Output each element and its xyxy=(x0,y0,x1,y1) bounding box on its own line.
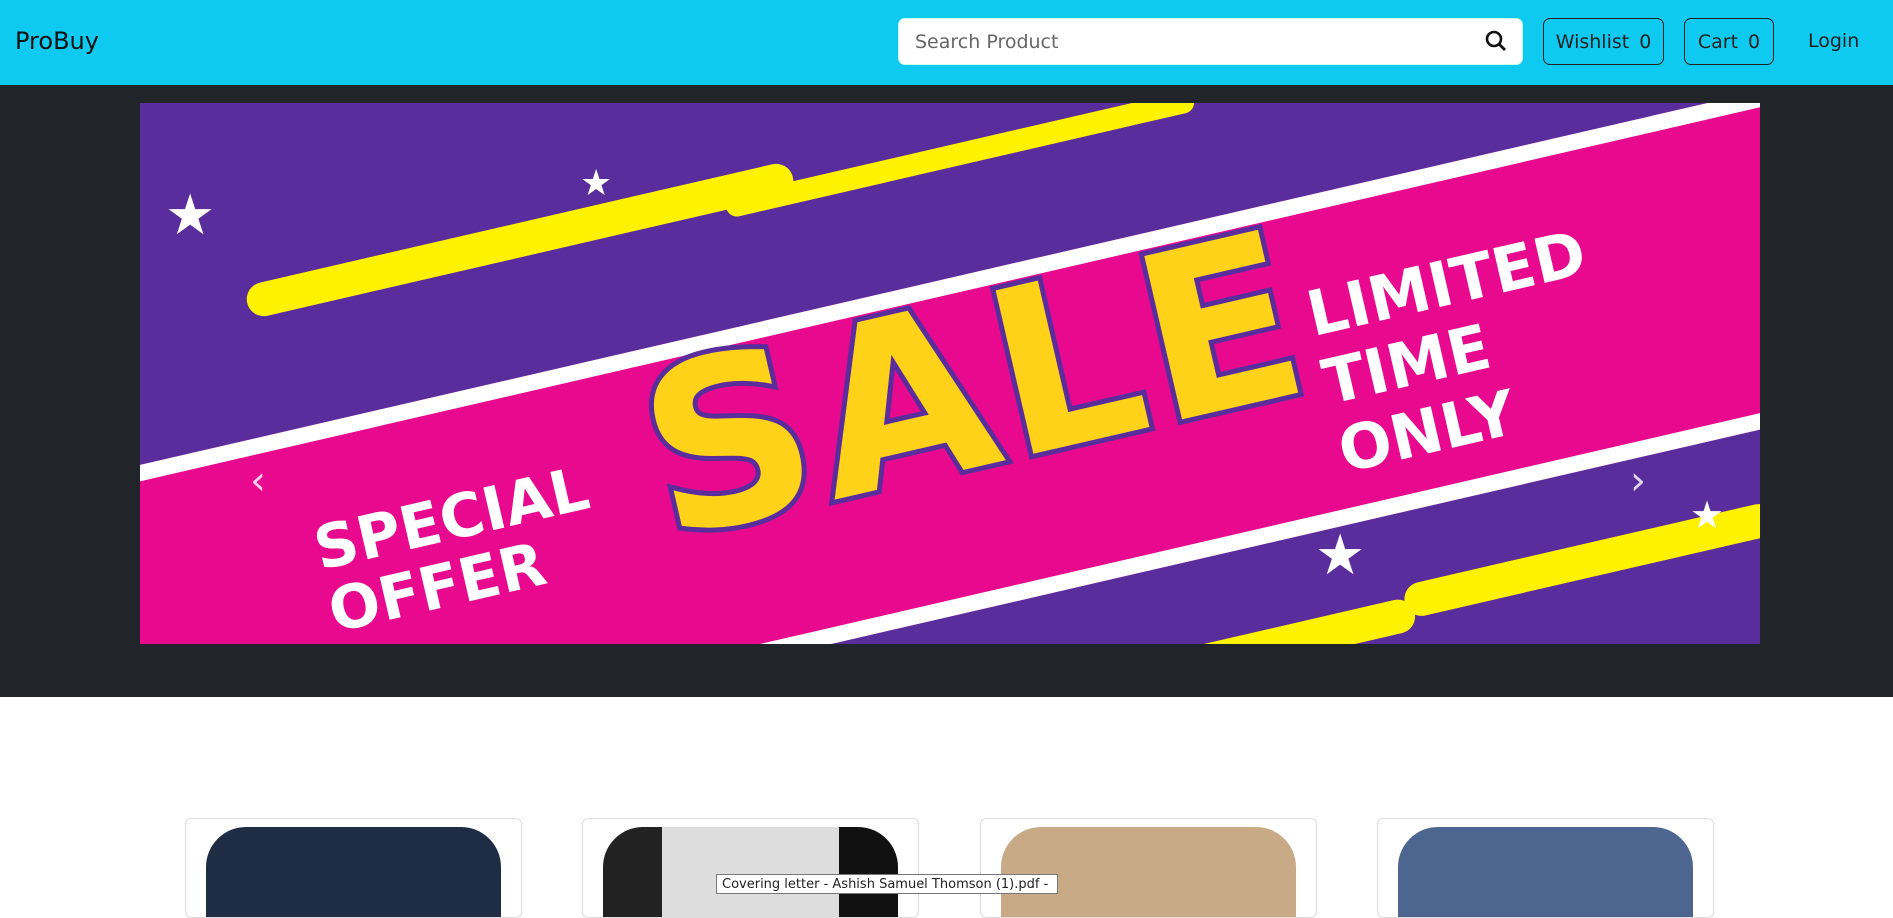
login-link[interactable]: Login xyxy=(1808,30,1859,52)
product-image xyxy=(1398,827,1693,917)
product-image xyxy=(206,827,501,917)
star-icon: ★ xyxy=(580,163,613,204)
product-card[interactable] xyxy=(980,818,1317,918)
brand-logo[interactable]: ProBuy xyxy=(15,27,99,55)
navbar: ProBuy Search Product Wishlist 0 Cart 0 Lo… xyxy=(0,0,1893,85)
wishlist-count: 0 xyxy=(1639,30,1652,53)
wishlist-button[interactable]: Wishlist 0 xyxy=(1543,18,1664,65)
carousel-prev-icon[interactable]: ‹ xyxy=(250,458,266,504)
sale-banner: ★ ★ ★ ★ SALE SPECIAL OFFER LIMITED TIME … xyxy=(140,103,1760,644)
search-icon[interactable] xyxy=(1484,29,1508,53)
product-card[interactable] xyxy=(1377,818,1714,918)
banner-stripe xyxy=(243,160,797,320)
product-card[interactable] xyxy=(185,818,522,918)
tooltip: Covering letter - Ashish Samuel Thomson … xyxy=(716,874,1058,894)
carousel-next-icon[interactable]: › xyxy=(1630,458,1646,504)
cart-count: 0 xyxy=(1748,30,1761,53)
star-icon: ★ xyxy=(1315,523,1366,588)
cart-label: Cart xyxy=(1697,30,1739,53)
star-icon: ★ xyxy=(1690,493,1725,537)
wishlist-label: Wishlist xyxy=(1555,30,1630,53)
product-card[interactable] xyxy=(582,818,919,918)
star-icon: ★ xyxy=(165,183,216,248)
cart-button[interactable]: Cart 0 xyxy=(1684,18,1774,65)
banner-stripe xyxy=(1001,596,1419,644)
search-placeholder: Search Product xyxy=(915,31,1059,53)
product-image xyxy=(603,827,898,917)
product-image xyxy=(1001,827,1296,917)
banner-stripe xyxy=(723,103,1197,219)
search-input[interactable]: Search Product xyxy=(898,18,1523,65)
